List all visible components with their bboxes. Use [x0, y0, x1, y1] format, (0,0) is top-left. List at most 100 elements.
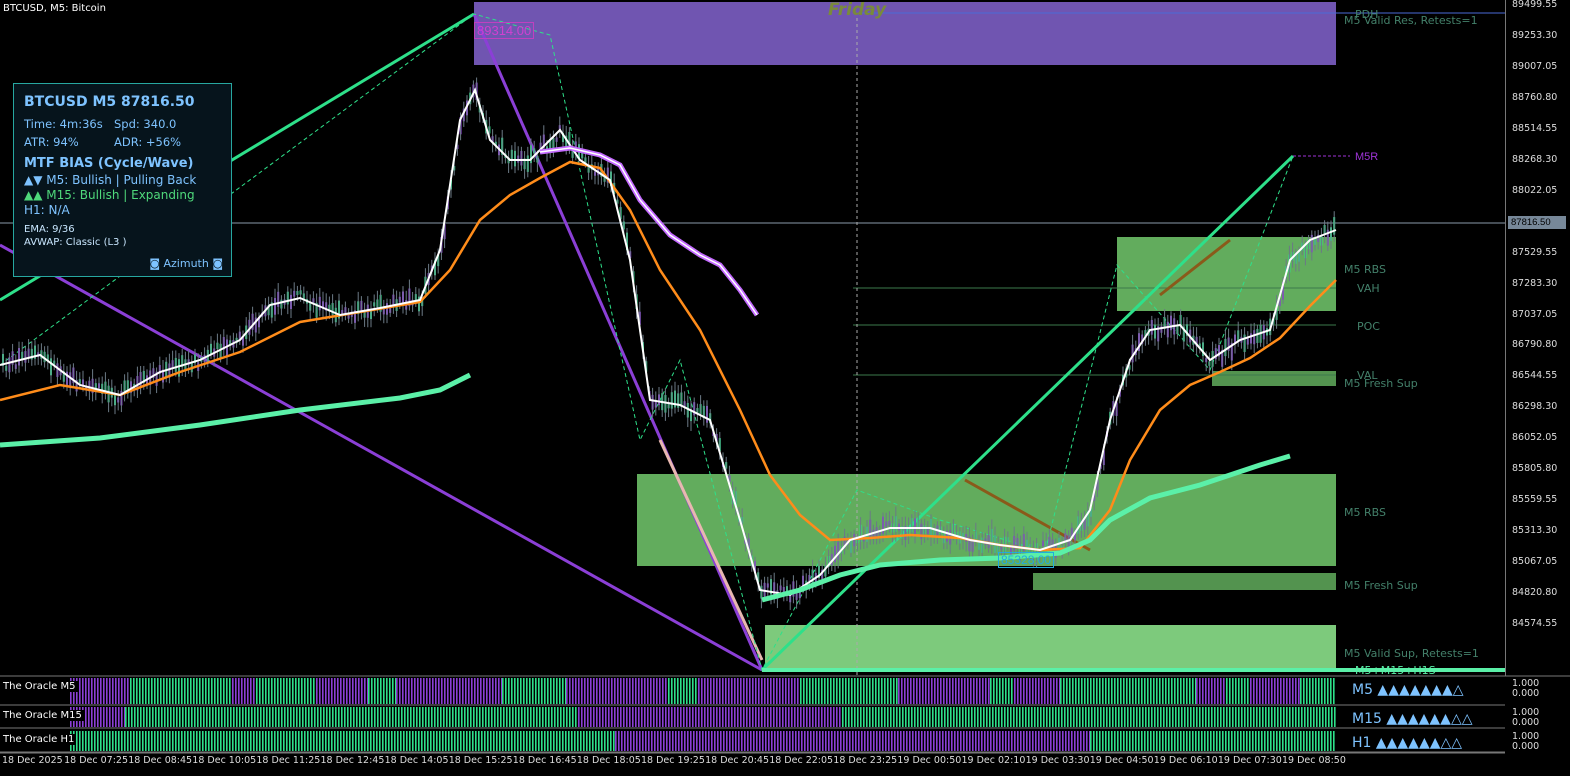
oracle-bar	[550, 731, 552, 751]
oracle-bar	[1174, 678, 1176, 704]
oracle-bar	[1316, 707, 1318, 727]
fresh-sup-zone-lower[interactable]	[1033, 573, 1336, 590]
oracle-bar	[569, 678, 571, 704]
oracle-bar	[1330, 731, 1332, 751]
oracle-bar	[325, 678, 327, 704]
oracle-bar	[136, 731, 138, 751]
time-axis[interactable]: 18 Dec 2025 18 Dec 07:25 18 Dec 08:45 18 De…	[0, 753, 1505, 776]
oracle-bar	[118, 731, 120, 751]
oracle-bar	[1147, 731, 1149, 751]
info-panel[interactable]: BTCUSD M5 87816.50 Time: 4m:36s Spd: 340…	[13, 83, 232, 277]
oracle-bar	[976, 678, 978, 704]
oracle-bar	[185, 707, 187, 727]
time-tick: 19 Dec 08:50	[1282, 755, 1346, 766]
oracle-bar	[919, 678, 921, 704]
oracle-bar	[265, 678, 267, 704]
oracle-bar	[199, 678, 201, 704]
oracle-bar	[1300, 678, 1302, 704]
oracle-bar	[1038, 678, 1040, 704]
oracle-bar	[250, 678, 252, 704]
oracle-bar	[1235, 707, 1237, 727]
oracle-bar	[124, 678, 126, 704]
fresh-sup-zone-upper[interactable]	[1212, 371, 1336, 386]
oracle-bar	[779, 678, 781, 704]
oracle-bar	[647, 707, 649, 727]
oracle-bar	[735, 731, 737, 751]
oracle-bar	[1274, 707, 1276, 727]
oracle-bar	[1171, 678, 1173, 704]
oracle-bar	[689, 678, 691, 704]
oracle-bar	[412, 731, 414, 751]
oracle-bar	[1046, 707, 1048, 727]
oracle-bar	[295, 731, 297, 751]
price-tick: 85805.80	[1512, 463, 1558, 475]
oracle-bar	[193, 678, 195, 704]
oracle-bar	[659, 707, 661, 727]
price-chart[interactable]	[0, 0, 1570, 776]
oracle-bar	[289, 731, 291, 751]
oracle-bar	[1198, 731, 1200, 751]
valid-sup-zone[interactable]	[765, 625, 1336, 671]
oracle-bar	[459, 678, 461, 704]
time-tick: 18 Dec 12:45	[320, 755, 385, 766]
oracle-bar	[917, 707, 919, 727]
oracle-bar	[1029, 678, 1031, 704]
oracle-bar	[560, 707, 562, 727]
oracle-bar	[872, 678, 874, 704]
oracle-bar	[299, 707, 301, 727]
oracle-bar	[356, 707, 358, 727]
oracle-bar	[238, 731, 240, 751]
oracle-bar	[94, 731, 96, 751]
oracle-bar	[1216, 731, 1218, 751]
oracle-bar	[487, 731, 489, 751]
azimuth-brand[interactable]: ◙ Azimuth ◙	[149, 257, 223, 270]
oracle-bar	[1145, 707, 1147, 727]
oracle-bar	[956, 707, 958, 727]
oracle-bar	[517, 678, 519, 704]
oracle-bar	[545, 707, 547, 727]
oracle-bar	[125, 707, 127, 727]
price-tick: 88268.30	[1512, 153, 1558, 165]
oracle-bar	[1256, 707, 1258, 727]
oracle-bar	[833, 678, 835, 704]
oracle-bar	[103, 707, 105, 727]
oracle-bar	[317, 707, 319, 727]
oracle-bar	[839, 678, 841, 704]
oracle-bar	[223, 731, 225, 751]
m5r-label: M5R	[1355, 151, 1379, 163]
oracle-bar	[1162, 731, 1164, 751]
oracle-bar	[253, 678, 255, 704]
oracle-bar	[1211, 707, 1213, 727]
oracle-bar	[586, 731, 588, 751]
oracle-bar	[227, 707, 229, 727]
oracle-bar	[761, 707, 763, 727]
oracle-bar	[774, 731, 776, 751]
oracle-bar	[1165, 731, 1167, 751]
oracle-bar	[448, 731, 450, 751]
oracle-bar	[1020, 678, 1022, 704]
oracle-bar	[548, 707, 550, 727]
oracle-bar	[465, 678, 467, 704]
oracle-bar	[436, 731, 438, 751]
oracle-bar	[950, 707, 952, 727]
oracle-bar	[463, 731, 465, 751]
oracle-bar	[462, 678, 464, 704]
oracle-bar	[170, 707, 172, 727]
oracle-bar	[699, 731, 701, 751]
oracle-bar	[1222, 731, 1224, 751]
oracle-bar	[1084, 678, 1086, 704]
oracle-bar	[725, 678, 727, 704]
oracle-bar	[710, 707, 712, 727]
oracle-bar	[362, 707, 364, 727]
oracle-bar	[863, 678, 865, 704]
oracle-bar	[1004, 707, 1006, 727]
oracle-bar	[301, 678, 303, 704]
resistance-zone[interactable]	[474, 2, 1336, 65]
price-axis[interactable]: 89499.55 89253.30 89007.05 88760.80 88514.55…	[1505, 0, 1570, 676]
oracle-bar	[1291, 731, 1293, 751]
oracle-bar	[256, 678, 258, 704]
oracle-bar	[385, 731, 387, 751]
oracle-bar	[523, 731, 525, 751]
oracle-bar	[893, 678, 895, 704]
oracle-bar	[1238, 707, 1240, 727]
